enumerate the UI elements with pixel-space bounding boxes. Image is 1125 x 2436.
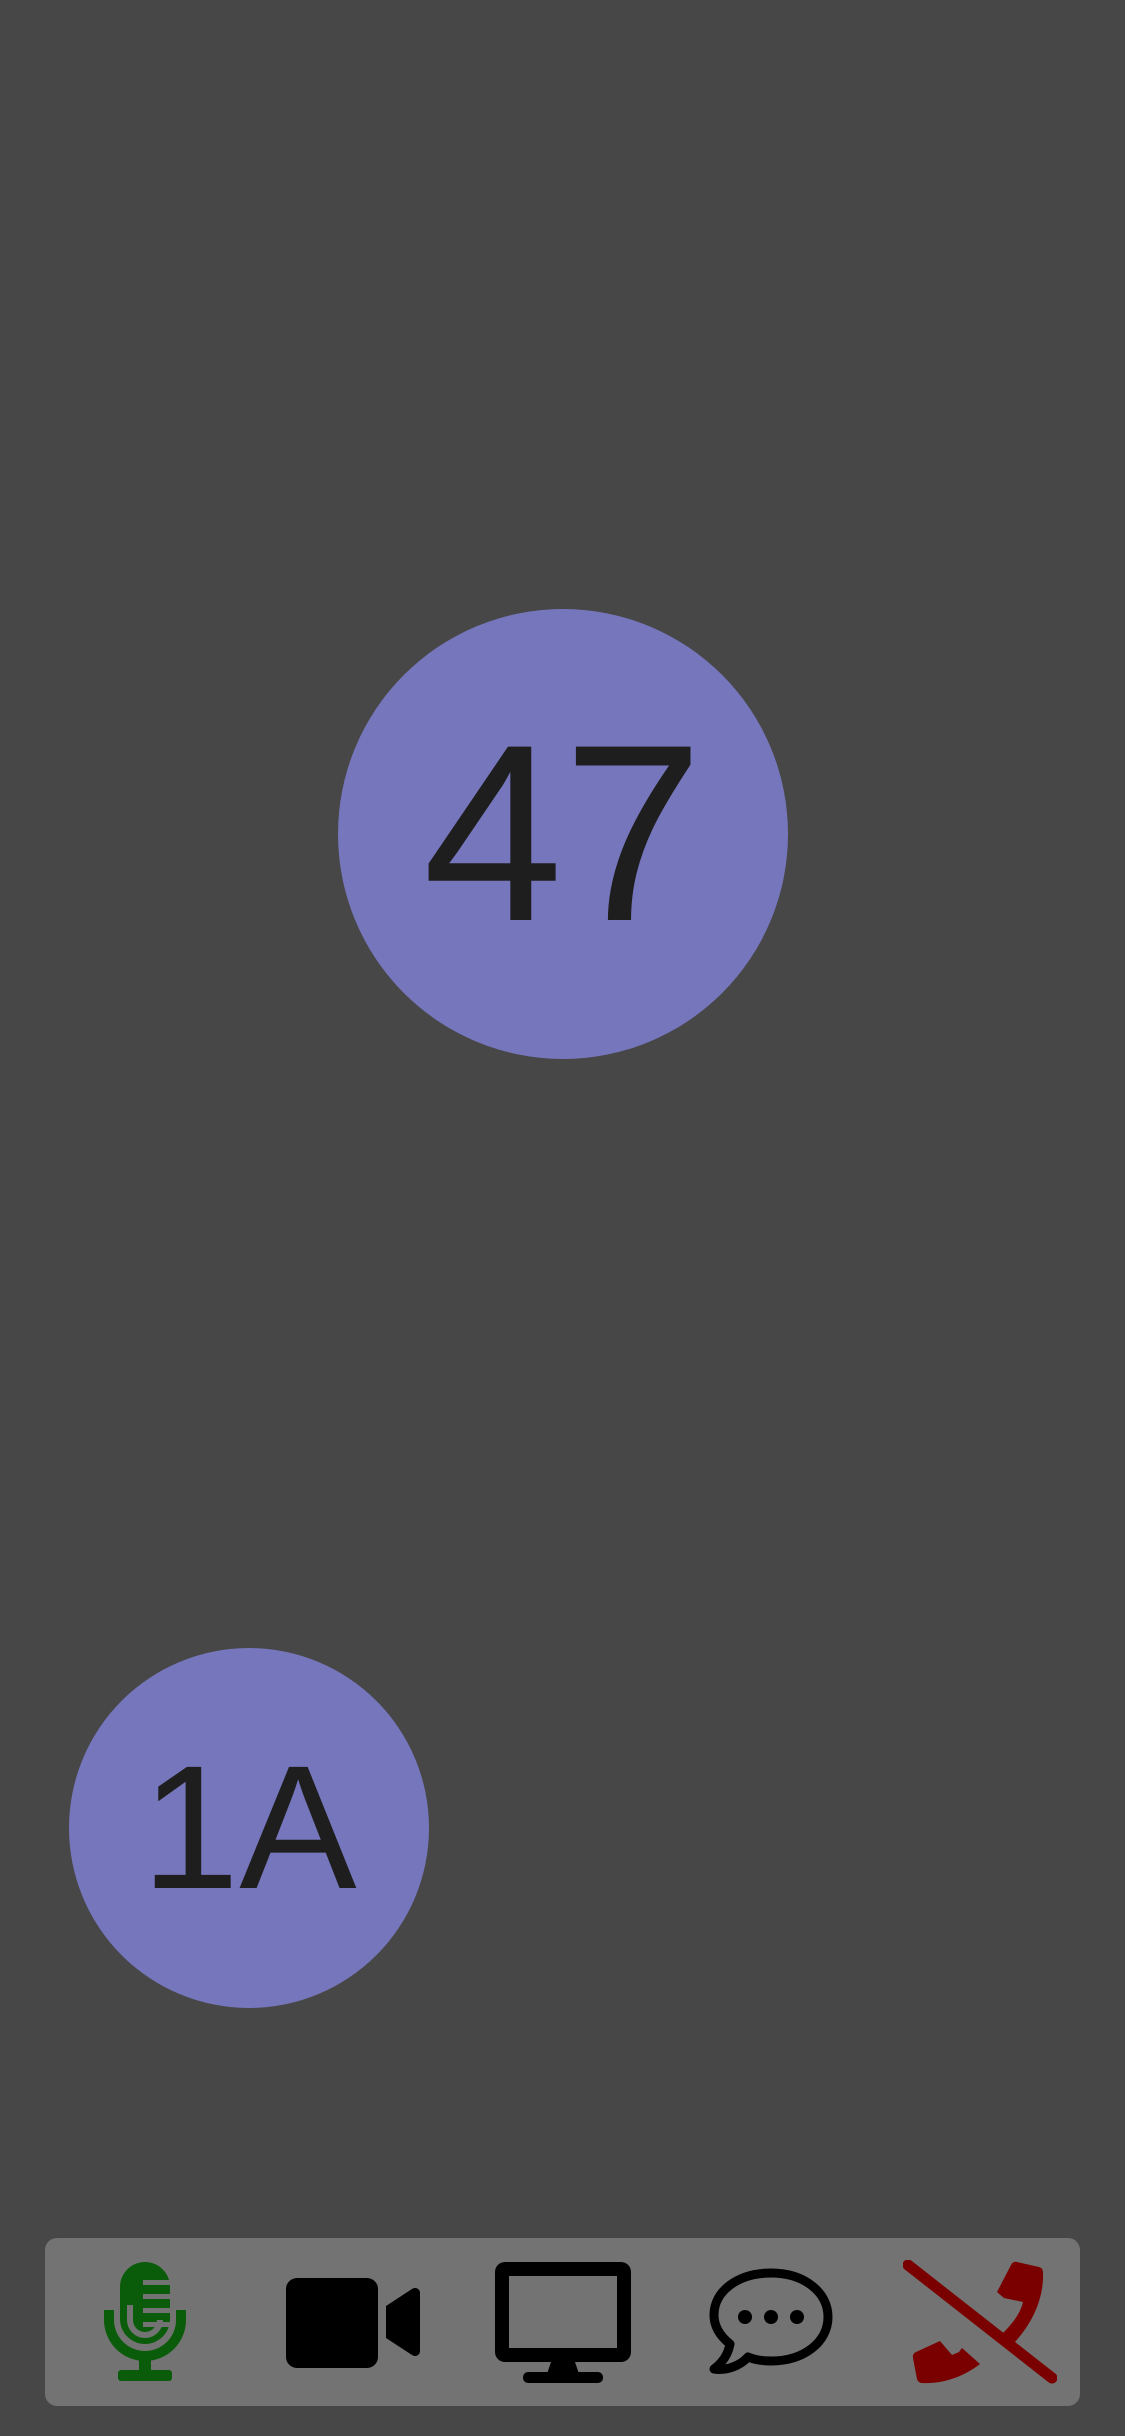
call-control-bar xyxy=(45,2238,1080,2406)
microphone-icon xyxy=(104,2262,186,2381)
phone-slash-icon xyxy=(903,2260,1057,2384)
video-camera-icon xyxy=(285,2278,420,2368)
self-participant-initials: 1A xyxy=(141,1730,357,1926)
chat-bubble-icon xyxy=(709,2268,833,2374)
self-participant-avatar: 1A xyxy=(69,1648,429,2008)
remote-participant-avatar: 47 xyxy=(338,609,788,1059)
screen-share-button[interactable] xyxy=(483,2242,643,2402)
remote-participant-initials: 47 xyxy=(422,693,704,974)
microphone-button[interactable] xyxy=(65,2242,225,2402)
monitor-icon xyxy=(494,2262,631,2383)
hang-up-button[interactable] xyxy=(900,2242,1060,2402)
camera-button[interactable] xyxy=(274,2242,434,2402)
chat-button[interactable] xyxy=(691,2242,851,2402)
